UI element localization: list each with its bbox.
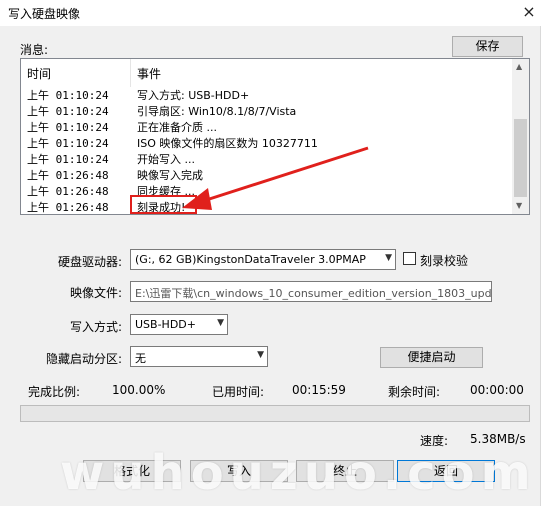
log-row: 上午 01:10:24 正在准备介质 ... (27, 121, 217, 134)
chevron-down-icon: ▼ (257, 350, 264, 360)
scroll-up-icon[interactable]: ▲ (516, 62, 522, 71)
close-icon[interactable]: × (519, 2, 539, 22)
scroll-thumb[interactable] (514, 119, 527, 197)
chevron-down-icon: ▼ (385, 253, 392, 263)
image-file-label: 映像文件: (70, 286, 123, 300)
drive-select[interactable]: (G:, 62 GB)KingstonDataTraveler 3.0PMAP … (130, 249, 396, 270)
done-value: 100.00% (112, 383, 166, 397)
background-window-edge (540, 26, 549, 506)
elapsed-value: 00:15:59 (292, 383, 346, 397)
watermark: wuhouzuo.com (60, 445, 537, 501)
verify-label[interactable]: 刻录校验 (420, 252, 468, 269)
log-header: 时间 事件 (21, 59, 513, 87)
annotation-arrow-icon (182, 146, 369, 210)
remaining-label: 剩余时间: (388, 385, 441, 399)
chevron-down-icon: ▼ (217, 318, 224, 328)
verify-checkbox[interactable] (403, 252, 416, 265)
done-label: 完成比例: (28, 385, 81, 399)
column-time[interactable]: 时间 (27, 65, 51, 82)
drive-label: 硬盘驱动器: (58, 255, 123, 269)
scroll-down-icon[interactable]: ▼ (516, 201, 522, 210)
save-button[interactable]: 保存 (452, 36, 523, 57)
write-mode-select[interactable]: USB-HDD+ ▼ (130, 314, 228, 335)
hidden-partition-select[interactable]: 无 ▼ (130, 346, 268, 367)
messages-label: 消息: (20, 43, 49, 57)
column-event[interactable]: 事件 (137, 65, 161, 82)
title-bar: 写入硬盘映像 × (0, 0, 549, 26)
quick-boot-button[interactable]: 便捷启动 (380, 347, 483, 368)
log-row: 上午 01:10:24 写入方式: USB-HDD+ (27, 89, 250, 102)
log-row: 上午 01:10:24 引导扇区: Win10/8.1/8/7/Vista (27, 105, 297, 118)
speed-value: 5.38MB/s (470, 432, 526, 446)
window-title: 写入硬盘映像 (8, 7, 81, 21)
remaining-value: 00:00:00 (470, 383, 524, 397)
hidden-partition-label: 隐藏启动分区: (46, 352, 123, 366)
column-divider (130, 59, 131, 87)
progress-bar (20, 405, 530, 422)
log-scrollbar[interactable]: ▲ ▼ (512, 59, 529, 214)
write-mode-label: 写入方式: (70, 320, 123, 334)
image-file-field[interactable]: E:\迅雷下载\cn_windows_10_consumer_edition_v… (130, 281, 492, 302)
elapsed-label: 已用时间: (212, 385, 265, 399)
